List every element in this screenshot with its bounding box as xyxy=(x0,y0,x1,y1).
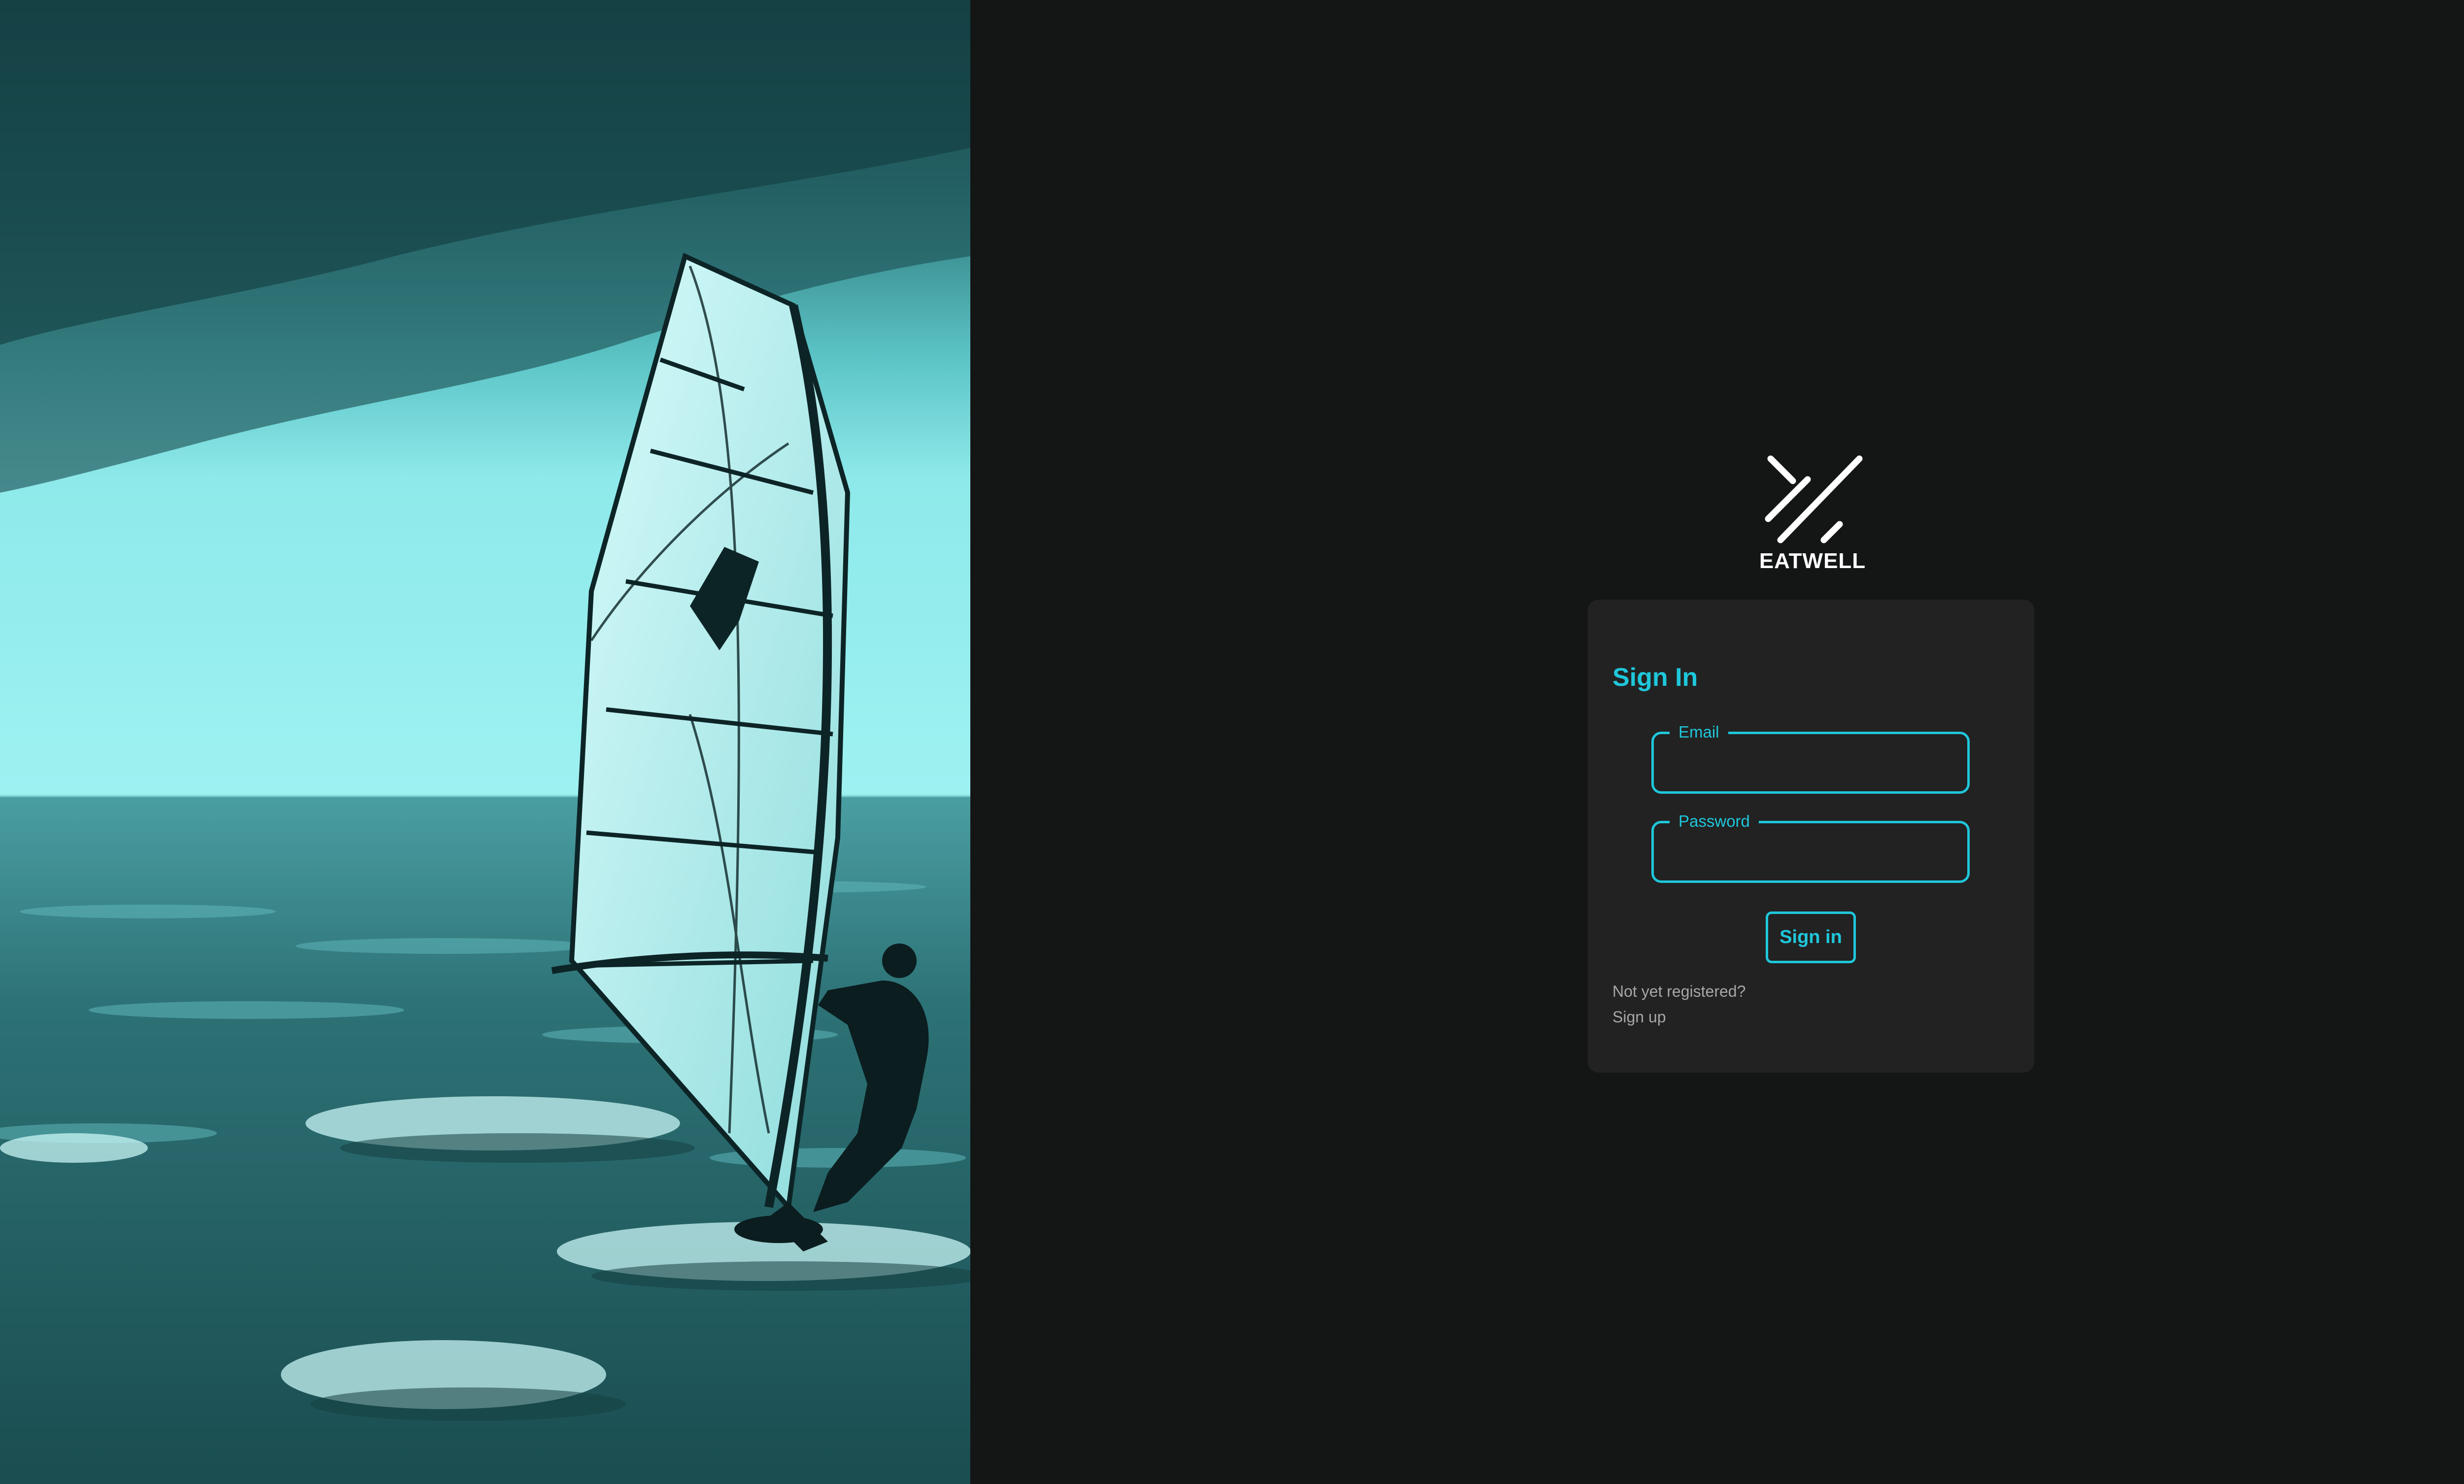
windsurfer-photo xyxy=(0,0,970,1484)
email-input[interactable] xyxy=(1664,744,1959,782)
password-label: Password xyxy=(1670,811,1759,831)
email-label: Email xyxy=(1670,722,1728,742)
brand-name: EATWELL xyxy=(1759,549,1866,573)
password-field[interactable]: Password xyxy=(1651,811,1970,883)
email-field[interactable]: Email xyxy=(1651,722,1970,794)
signin-button[interactable]: Sign in xyxy=(1766,911,1856,963)
signin-title: Sign In xyxy=(1612,663,1698,692)
login-page: EATWELL Sign In Email Password Sign in N… xyxy=(0,0,2464,1484)
signin-card: Sign In Email Password Sign in Not yet r… xyxy=(1588,600,2034,1073)
signup-link[interactable]: Sign up xyxy=(1612,1008,1666,1026)
diagonal-stripes-logo-icon xyxy=(1765,455,1863,543)
not-registered-text: Not yet registered? xyxy=(1612,982,1746,1000)
password-input[interactable] xyxy=(1664,833,1959,872)
hero-image xyxy=(0,0,970,1484)
brand-logo: EATWELL xyxy=(1759,452,1865,580)
